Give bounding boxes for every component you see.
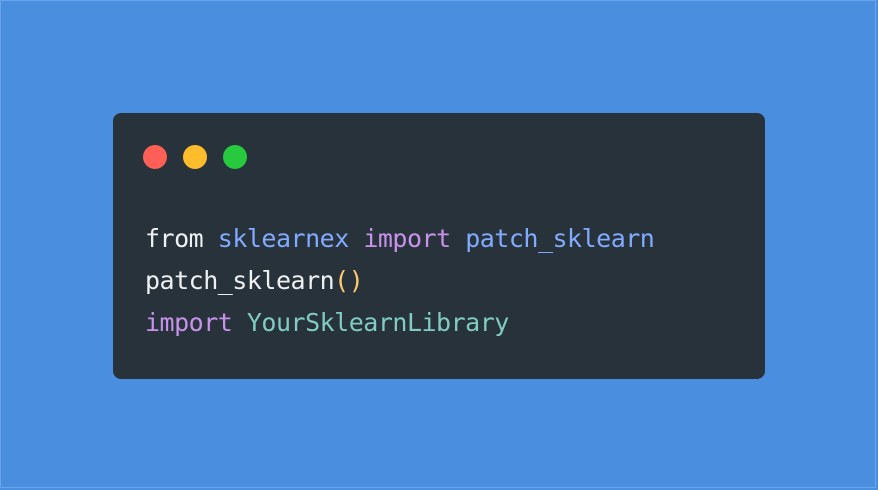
code-token: import xyxy=(145,308,233,337)
code-token: patch_sklearn xyxy=(145,266,335,295)
code-line-1: from sklearnex import patch_sklearn xyxy=(145,218,655,260)
code-token: () xyxy=(334,266,364,295)
window-controls xyxy=(143,145,263,169)
code-token: from xyxy=(145,224,204,253)
code-window: from sklearnex import patch_sklearn patch… xyxy=(113,113,765,379)
code-block: from sklearnex import patch_sklearn patch… xyxy=(145,218,655,344)
close-icon xyxy=(143,145,167,169)
maximize-icon xyxy=(223,145,247,169)
code-line-2: patch_sklearn() xyxy=(145,260,654,302)
code-token: sklearnex xyxy=(217,224,349,253)
code-token: patch_sklearn xyxy=(465,224,655,253)
code-token: import xyxy=(363,224,451,253)
code-line-3: import YourSklearnLibrary xyxy=(145,302,654,344)
code-token: YourSklearnLibrary xyxy=(246,308,509,337)
minimize-icon xyxy=(183,145,207,169)
